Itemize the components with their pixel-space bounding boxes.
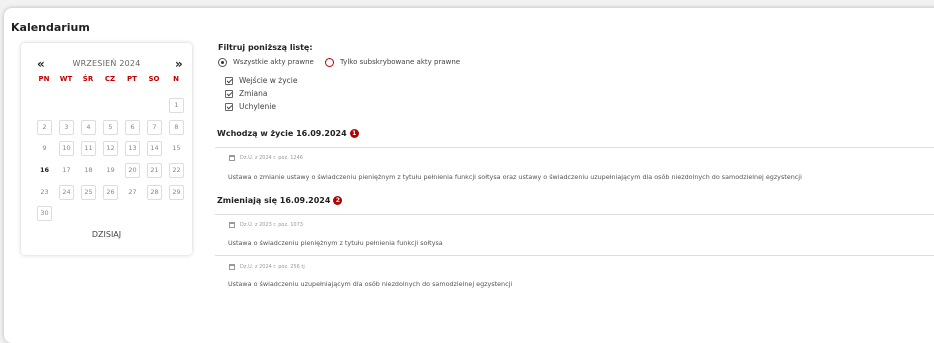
weekday-sun: N	[173, 75, 179, 83]
radio-all-acts[interactable]: Wszystkie akty prawne	[218, 56, 314, 68]
checkbox-repeal-label: Uchylenie	[239, 102, 276, 111]
radio-all-acts-label: Wszystkie akty prawne	[233, 58, 314, 66]
checkbox-change-label: Zmiana	[239, 89, 268, 98]
calendar-icon	[229, 264, 235, 270]
calendar-day-13[interactable]: 13	[125, 141, 140, 156]
calendar-day-11[interactable]: 11	[81, 141, 96, 156]
radio-checked-icon	[218, 57, 227, 67]
calendar-day-12[interactable]: 12	[103, 141, 118, 156]
list-item[interactable]: Dz.U. z 2024 r. poz. 256 tj Ustawa o świ…	[215, 255, 934, 297]
calendar-day-16-today[interactable]: 16	[37, 163, 52, 178]
calendar-day-15[interactable]: 15	[169, 141, 184, 156]
calendar-day-2[interactable]: 2	[37, 120, 52, 135]
calendar-day-4[interactable]: 4	[81, 120, 96, 135]
calendar-day-10[interactable]: 10	[59, 141, 74, 156]
calendar-day-9[interactable]: 9	[37, 141, 52, 156]
calendar-widget: « WRZESIEŃ 2024 » PN WT ŚR CZ PT SO N 1 …	[21, 43, 192, 255]
calendar-day-1[interactable]: 1	[169, 98, 184, 113]
checkbox-repeal[interactable]: Uchylenie	[225, 101, 276, 112]
weekday-thu: CZ	[104, 75, 116, 83]
entry-ref-text: Dz.U. z 2023 r. poz. 1073	[240, 222, 303, 228]
section-title-text: Zmieniają się 16.09.2024	[217, 196, 331, 205]
checkbox-change[interactable]: Zmiana	[225, 88, 267, 99]
calendar-day-19[interactable]: 19	[103, 163, 118, 178]
calendar-month-label: WRZESIEŃ 2024	[72, 59, 141, 68]
next-month-button[interactable]: »	[175, 57, 183, 71]
entry-ref-text: Dz.U. z 2024 r. poz. 256 tj	[240, 264, 305, 270]
section-title-changes: Zmieniają się 16.09.2024 2	[217, 196, 343, 205]
calendar-day-27[interactable]: 27	[125, 185, 140, 200]
section-title-entry-into-force: Wchodzą w życie 16.09.2024 1	[217, 129, 359, 138]
radio-unchecked-icon	[325, 57, 334, 67]
calendar-icon	[229, 222, 235, 228]
entry-reference: Dz.U. z 2024 r. poz. 256 tj	[229, 264, 305, 270]
calendar-day-20[interactable]: 20	[125, 163, 140, 178]
weekday-wed: ŚR	[82, 75, 94, 83]
calendar-day-29[interactable]: 29	[169, 185, 184, 200]
calendar-day-18[interactable]: 18	[81, 163, 96, 178]
checkbox-entry-into-force-label: Wejście w życie	[239, 76, 298, 85]
calendar-day-7[interactable]: 7	[147, 120, 162, 135]
section-title-text: Wchodzą w życie 16.09.2024	[217, 129, 347, 138]
entry-title[interactable]: Ustawa o świadczeniu pieniężnym z tytułu…	[228, 239, 443, 247]
checkbox-checked-icon	[225, 76, 233, 85]
entry-title[interactable]: Ustawa o zmianie ustawy o świadczeniu pi…	[228, 173, 802, 181]
radio-subscribed-acts-label: Tylko subskrybowane akty prawne	[340, 58, 461, 66]
list-item[interactable]: Dz.U. z 2023 r. poz. 1073 Ustawa o świad…	[215, 214, 934, 255]
calendar-day-22[interactable]: 22	[169, 163, 184, 178]
weekday-sat: SO	[148, 75, 160, 83]
checkbox-checked-icon	[225, 102, 233, 111]
calendar-day-23[interactable]: 23	[37, 185, 52, 200]
entry-title[interactable]: Ustawa o świadczeniu uzupełniającym dla …	[228, 280, 512, 288]
weekday-mon: PN	[38, 75, 50, 83]
filter-title: Filtruj poniższą listę:	[218, 43, 313, 52]
entry-reference: Dz.U. z 2024 r. poz. 1246	[229, 155, 303, 161]
calendar-day-30[interactable]: 30	[37, 206, 52, 221]
entry-ref-text: Dz.U. z 2024 r. poz. 1246	[240, 155, 303, 161]
calendar-day-28[interactable]: 28	[147, 185, 162, 200]
calendar-day-3[interactable]: 3	[59, 120, 74, 135]
calendar-day-25[interactable]: 25	[81, 185, 96, 200]
calendar-day-17[interactable]: 17	[59, 163, 74, 178]
radio-subscribed-acts[interactable]: Tylko subskrybowane akty prawne	[325, 56, 460, 68]
calendar-icon	[229, 155, 235, 161]
calendar-day-6[interactable]: 6	[125, 120, 140, 135]
checkbox-entry-into-force[interactable]: Wejście w życie	[225, 75, 298, 86]
count-badge: 2	[333, 196, 343, 205]
calendar-day-24[interactable]: 24	[59, 185, 74, 200]
calendar-day-14[interactable]: 14	[147, 141, 162, 156]
calendar-day-21[interactable]: 21	[147, 163, 162, 178]
weekday-tue: WT	[59, 75, 73, 83]
calendar-day-26[interactable]: 26	[103, 185, 118, 200]
list-item[interactable]: Dz.U. z 2024 r. poz. 1246 Ustawa o zmian…	[215, 147, 934, 189]
today-button[interactable]: DZISIAJ	[21, 230, 192, 239]
checkbox-checked-icon	[225, 89, 233, 98]
count-badge: 1	[349, 129, 359, 138]
weekday-fri: PT	[127, 75, 137, 83]
entry-reference: Dz.U. z 2023 r. poz. 1073	[229, 222, 303, 228]
calendar-day-8[interactable]: 8	[169, 120, 184, 135]
page-title: Kalendarium	[11, 21, 90, 34]
calendar-day-5[interactable]: 5	[103, 120, 118, 135]
